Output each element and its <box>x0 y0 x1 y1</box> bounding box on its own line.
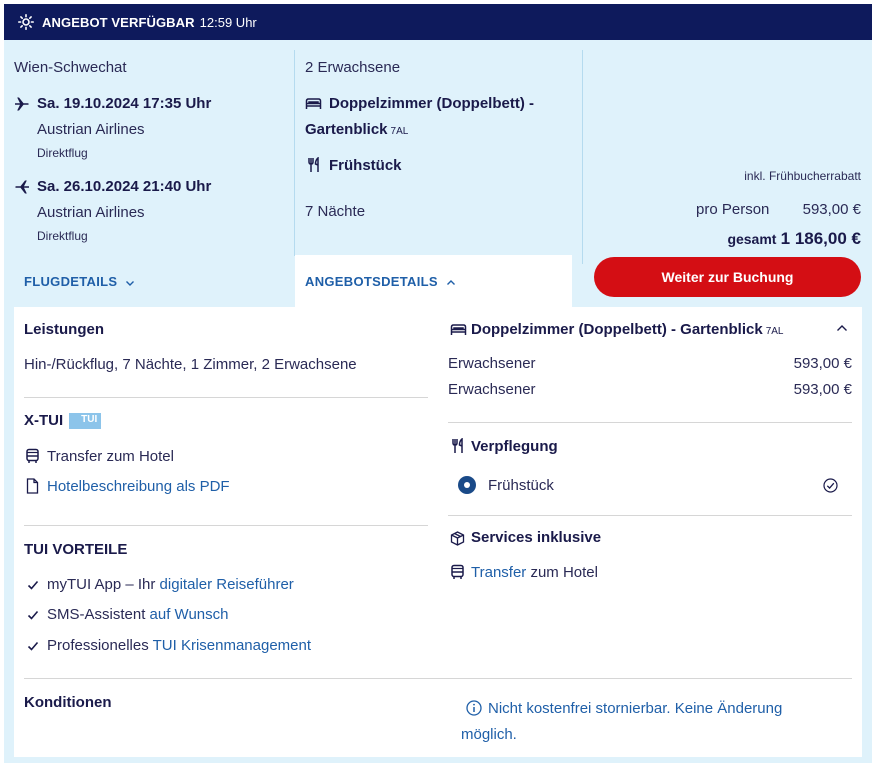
plane-return-icon <box>15 180 29 194</box>
continue-booking-button[interactable]: Weiter zur Buchung <box>594 257 861 297</box>
cancellation-note-line1: Nicht kostenfrei stornierbar. Keine Ände… <box>488 700 783 717</box>
offer-details-tab[interactable]: ANGEBOTSDETAILS <box>295 255 572 307</box>
benefit-link[interactable]: TUI Krisenmanagement <box>153 637 311 654</box>
check-icon <box>27 610 39 620</box>
board-type: Frühstück <box>329 157 402 174</box>
banner-title: ANGEBOT VERFÜGBAR <box>42 14 195 30</box>
divider <box>24 397 428 398</box>
sun-icon <box>18 14 34 30</box>
benefit-item: Professionelles TUI Krisenmanagement <box>47 637 312 654</box>
board-section-title: Verpflegung <box>471 438 558 455</box>
included-services-title: Services inklusive <box>471 529 602 546</box>
conditions-title: Konditionen <box>24 694 112 711</box>
included-transfer: Transfer zum Hotel <box>471 564 598 581</box>
divider <box>24 525 428 526</box>
plane-outbound-icon <box>15 97 29 111</box>
cutlery-icon <box>452 438 463 453</box>
divider <box>448 422 852 423</box>
outbound-airline: Austrian Airlines <box>37 121 145 138</box>
package-icon <box>450 531 465 546</box>
flight-details-label: FLUGDETAILS <box>24 274 118 289</box>
room-code: 7AL <box>390 126 409 137</box>
document-icon <box>26 478 39 494</box>
divider <box>448 515 852 516</box>
flight-details-tab[interactable]: FLUGDETAILS <box>24 274 135 289</box>
benefit-link[interactable]: digitaler Reiseführer <box>160 576 294 593</box>
hotel-pdf-link[interactable]: Hotelbeschreibung als PDF <box>47 478 230 495</box>
early-booking-note: inkl. Frühbucherrabatt <box>744 169 861 183</box>
chevron-down-icon <box>126 280 135 286</box>
benefit-item: myTUI App – Ihr digitaler Reiseführer <box>47 576 294 593</box>
outbound-type: Direktflug <box>37 146 88 160</box>
flight-column: Wien-Schwechat Sa. 19.10.2024 17:35 Uhr … <box>4 40 294 306</box>
benefit-item: SMS-Assistent auf Wunsch <box>47 606 229 623</box>
price-row-value: 593,00 € <box>793 381 852 398</box>
price-row-value: 593,00 € <box>793 355 852 372</box>
price-row-label: Erwachsener <box>448 355 536 372</box>
per-person-label: pro Person <box>696 201 770 218</box>
chevron-up-icon[interactable] <box>836 323 848 333</box>
board-radio[interactable] <box>458 476 476 494</box>
total-price: 1 186,00 € <box>780 229 861 248</box>
price-row-label: Erwachsener <box>448 381 536 398</box>
benefit-link[interactable]: auf Wunsch <box>150 606 229 623</box>
nights: 7 Nächte <box>305 203 366 220</box>
board-option-label: Frühstück <box>488 477 554 494</box>
xtui-title: X-TUI <box>24 412 64 429</box>
services-summary: Hin-/Rückflug, 7 Nächte, 1 Zimmer, 2 Erw… <box>24 356 357 373</box>
per-person-price: 593,00 € <box>802 201 861 218</box>
outbound-date: Sa. 19.10.2024 17:35 Uhr <box>37 95 212 112</box>
return-airline: Austrian Airlines <box>37 204 145 221</box>
services-section-title: Leistungen <box>24 321 105 338</box>
room-detail-title: Doppelzimmer (Doppelbett) - Gartenblick <box>471 321 763 338</box>
offer-available-banner: ANGEBOT VERFÜGBAR 12:59 Uhr <box>4 4 872 40</box>
room-name-line2: Gartenblick <box>305 121 388 138</box>
bed-icon <box>450 324 467 335</box>
bed-icon <box>305 98 322 109</box>
xtui-badge: TUI <box>69 413 102 429</box>
bus-icon <box>26 448 39 463</box>
banner-timer: 12:59 Uhr <box>199 14 257 30</box>
check-icon <box>27 641 39 651</box>
travellers: 2 Erwachsene <box>305 59 401 76</box>
offer-details-panel: Leistungen Hin-/Rückflug, 7 Nächte, 1 Zi… <box>14 307 862 757</box>
info-icon <box>466 700 482 716</box>
offer-details-label: ANGEBOTSDETAILS <box>305 274 438 289</box>
tui-benefits-title: TUI VORTEILE <box>24 541 128 558</box>
check-icon <box>27 580 39 590</box>
cancellation-note-line2: möglich. <box>461 726 517 743</box>
transfer-link[interactable]: Transfer <box>471 564 526 581</box>
return-date: Sa. 26.10.2024 21:40 Uhr <box>37 178 212 195</box>
chevron-up-icon <box>446 279 455 285</box>
room-detail-code: 7AL <box>765 326 784 337</box>
departure-airport: Wien-Schwechat <box>14 59 127 76</box>
cutlery-icon <box>308 157 319 172</box>
divider <box>24 678 852 679</box>
return-type: Direktflug <box>37 229 88 243</box>
room-name-line1: Doppelzimmer (Doppelbett) - <box>329 95 534 112</box>
xtui-transfer: Transfer zum Hotel <box>47 448 174 465</box>
bus-icon <box>451 564 464 579</box>
check-circle-icon <box>823 478 838 493</box>
total-label: gesamt <box>727 231 777 247</box>
